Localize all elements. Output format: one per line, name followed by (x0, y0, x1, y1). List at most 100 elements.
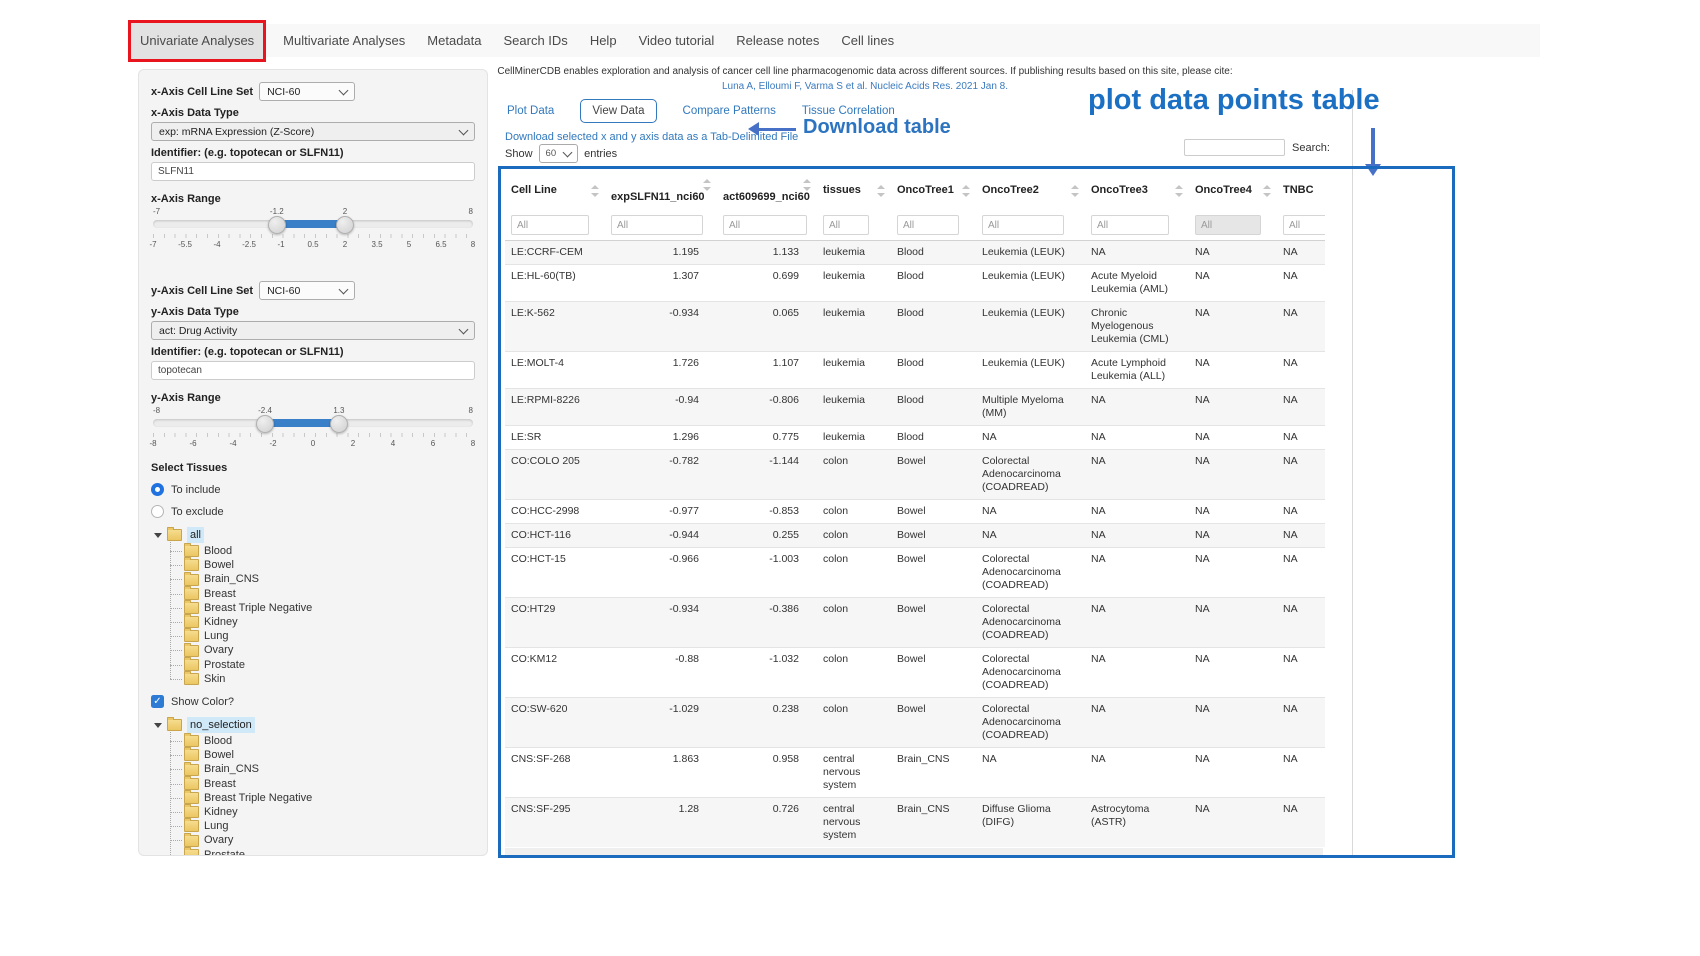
x-cell-line-set-select[interactable]: NCI-60 (259, 82, 355, 101)
tick-label: 0 (311, 439, 315, 448)
entries-select[interactable]: 60 (539, 144, 579, 163)
column-header-oncotree3[interactable]: OncoTree3 (1085, 172, 1189, 210)
tree-item-label: Lung (204, 629, 228, 643)
tab-plot-data[interactable]: Plot Data (507, 105, 554, 117)
sort-icon[interactable] (591, 185, 599, 197)
y-range-high-handle[interactable] (330, 415, 348, 433)
x-range-high-handle[interactable] (336, 216, 354, 234)
tree-item-label: Ovary (204, 833, 233, 847)
slider-ticks (153, 433, 473, 437)
tree-item-breast[interactable]: Breast (184, 587, 475, 601)
tree-item-breast-triple-negative[interactable]: Breast Triple Negative (184, 791, 475, 805)
y-cell-line-set-select[interactable]: NCI-60 (259, 281, 355, 300)
tree-item-prostate[interactable]: Prostate (184, 848, 475, 856)
sort-icon[interactable] (962, 185, 970, 197)
column-header-act609699-nci60[interactable]: act609699_nci60 (717, 172, 817, 210)
column-filter-input-tnbc[interactable] (1283, 215, 1325, 235)
tree-item-brain-cns[interactable]: Brain_CNS (184, 762, 475, 776)
sort-icon[interactable] (803, 179, 811, 191)
slider-track[interactable] (153, 220, 473, 228)
include-radio[interactable] (151, 483, 164, 496)
tree-item-skin[interactable]: Skin (184, 672, 475, 686)
table-cell: 1.107 (717, 352, 817, 389)
exclude-radio[interactable] (151, 505, 164, 518)
column-filter-input-expslfn11-nci60[interactable] (611, 215, 703, 235)
column-filter-input-tissues[interactable] (823, 215, 869, 235)
nav-item-univariate-analyses[interactable]: Univariate Analyses (131, 24, 263, 57)
tree-item-brain-cns[interactable]: Brain_CNS (184, 572, 475, 586)
tree-item-lung[interactable]: Lung (184, 629, 475, 643)
x-data-type-select[interactable]: exp: mRNA Expression (Z-Score) (151, 122, 475, 141)
table-cell: colon (817, 500, 891, 524)
table-cell: colon (817, 548, 891, 598)
x-range-low-handle[interactable] (268, 216, 286, 234)
tree-item-bowel[interactable]: Bowel (184, 748, 475, 762)
column-filter-input-oncotree2[interactable] (982, 215, 1064, 235)
table-cell: CO:HCT-15 (505, 548, 605, 598)
column-header-tnbc[interactable]: TNBC (1277, 172, 1325, 210)
y-identifier-input[interactable] (151, 361, 475, 380)
column-filter-input-oncotree4[interactable] (1195, 215, 1261, 235)
slider-track[interactable] (153, 419, 473, 427)
column-header-cell-line[interactable]: Cell Line (505, 172, 605, 210)
nav-item-help[interactable]: Help (579, 24, 628, 57)
nav-item-metadata[interactable]: Metadata (416, 24, 492, 57)
table-cell: central nervous system (817, 748, 891, 798)
tab-compare-patterns[interactable]: Compare Patterns (683, 105, 776, 117)
table-cell: NA (976, 500, 1085, 524)
folder-icon (184, 749, 199, 761)
tree-item-blood[interactable]: Blood (184, 734, 475, 748)
folder-icon (167, 719, 182, 731)
tree-item-prostate[interactable]: Prostate (184, 658, 475, 672)
tree-item-kidney[interactable]: Kidney (184, 805, 475, 819)
nav-item-release-notes[interactable]: Release notes (725, 24, 830, 57)
caret-down-icon[interactable] (154, 723, 162, 728)
sort-icon[interactable] (1263, 185, 1271, 197)
tab-view-data[interactable]: View Data (580, 99, 656, 123)
filter-cell (1277, 210, 1325, 241)
column-header-expslfn11-nci60[interactable]: expSLFN11_nci60 (605, 172, 717, 210)
tree-item-lung[interactable]: Lung (184, 819, 475, 833)
nav-item-multivariate-analyses[interactable]: Multivariate Analyses (272, 24, 416, 57)
sort-icon[interactable] (1071, 185, 1079, 197)
tree-item-breast-triple-negative[interactable]: Breast Triple Negative (184, 601, 475, 615)
y-data-type-select[interactable]: act: Drug Activity (151, 321, 475, 340)
caret-down-icon[interactable] (154, 533, 162, 538)
column-filter-input-oncotree3[interactable] (1091, 215, 1169, 235)
tree-item-blood[interactable]: Blood (184, 544, 475, 558)
folder-icon (184, 849, 199, 856)
table-cell: colon (817, 524, 891, 548)
column-filter-input-oncotree1[interactable] (897, 215, 959, 235)
nav-item-cell-lines[interactable]: Cell lines (830, 24, 905, 57)
search-input[interactable] (1184, 139, 1285, 156)
table-cell: NA (1277, 648, 1325, 698)
tree-item-bowel[interactable]: Bowel (184, 558, 475, 572)
sort-icon[interactable] (703, 179, 711, 191)
x-range-max-label: 8 (469, 207, 473, 216)
tree-item-kidney[interactable]: Kidney (184, 615, 475, 629)
y-range-low-handle[interactable] (256, 415, 274, 433)
show-color-label: Show Color? (171, 696, 234, 708)
nav-item-video-tutorial[interactable]: Video tutorial (628, 24, 726, 57)
nav-item-search-ids[interactable]: Search IDs (493, 24, 579, 57)
table-cell: NA (1085, 500, 1189, 524)
tree-item-ovary[interactable]: Ovary (184, 833, 475, 847)
sort-icon[interactable] (877, 185, 885, 197)
column-filter-input-act609699-nci60[interactable] (723, 215, 807, 235)
column-header-oncotree4[interactable]: OncoTree4 (1189, 172, 1277, 210)
column-header-oncotree1[interactable]: OncoTree1 (891, 172, 976, 210)
x-identifier-input[interactable] (151, 162, 475, 181)
table-header-row: Cell LineexpSLFN11_nci60act609699_nci60t… (505, 172, 1325, 210)
column-header-tissues[interactable]: tissues (817, 172, 891, 210)
table-cell: leukemia (817, 302, 891, 352)
tree-root-all[interactable]: all (153, 527, 475, 543)
sort-icon[interactable] (1175, 185, 1183, 197)
table-cell: NA (976, 426, 1085, 450)
column-filter-input-cell-line[interactable] (511, 215, 589, 235)
column-header-oncotree2[interactable]: OncoTree2 (976, 172, 1085, 210)
tree-item-ovary[interactable]: Ovary (184, 643, 475, 657)
tree-item-breast[interactable]: Breast (184, 777, 475, 791)
show-color-checkbox[interactable]: ✓ (151, 695, 164, 708)
tree-root-no-selection[interactable]: no_selection (153, 717, 475, 733)
table-cell: NA (1085, 389, 1189, 426)
